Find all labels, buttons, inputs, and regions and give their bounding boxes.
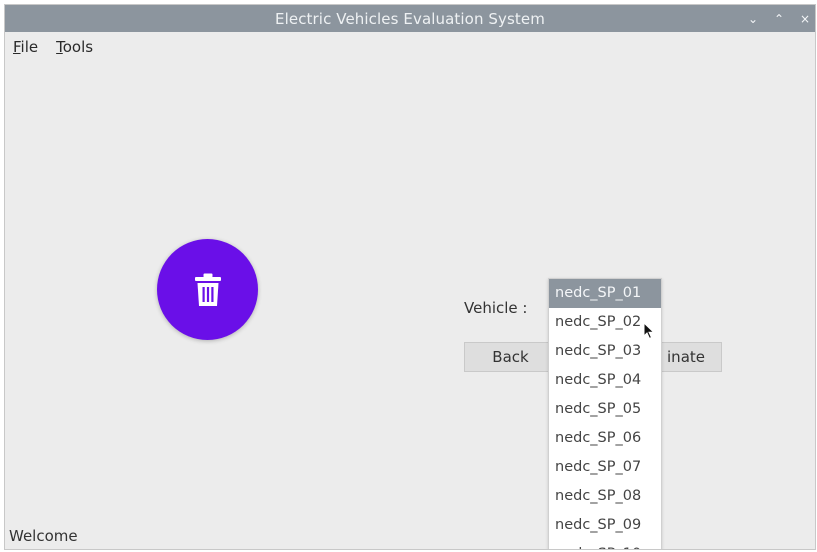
dropdown-option[interactable]: nedc_SP_10	[549, 540, 661, 549]
dropdown-option[interactable]: nedc_SP_09	[549, 511, 661, 540]
window-title: Electric Vehicles Evaluation System	[275, 9, 545, 28]
delete-fab-button[interactable]	[157, 239, 258, 340]
vehicle-dropdown-list[interactable]: nedc_SP_01 nedc_SP_02 nedc_SP_03 nedc_SP…	[548, 278, 662, 549]
maximize-icon[interactable]: ⌃	[773, 12, 785, 26]
minimize-icon[interactable]: ⌄	[747, 12, 759, 26]
title-bar[interactable]: Electric Vehicles Evaluation System ⌄ ⌃ …	[5, 5, 815, 32]
menu-file-rest: ile	[20, 38, 39, 56]
window-controls: ⌄ ⌃ ×	[747, 5, 811, 32]
dropdown-option[interactable]: nedc_SP_05	[549, 395, 661, 424]
app-window: Electric Vehicles Evaluation System ⌄ ⌃ …	[4, 4, 816, 550]
dropdown-option[interactable]: nedc_SP_03	[549, 337, 661, 366]
mouse-cursor-icon	[643, 322, 655, 340]
menu-tools[interactable]: Tools	[56, 38, 93, 56]
close-icon[interactable]: ×	[799, 12, 811, 26]
menu-tools-rest: ools	[62, 38, 94, 56]
dropdown-option[interactable]: nedc_SP_08	[549, 482, 661, 511]
menu-bar: File Tools	[5, 32, 815, 62]
dropdown-option[interactable]: nedc_SP_01	[549, 279, 661, 308]
status-bar-text: Welcome	[9, 527, 78, 545]
menu-file-mnemonic: F	[13, 38, 21, 56]
menu-tools-mnemonic: T	[56, 38, 63, 56]
trash-icon	[194, 273, 221, 306]
dropdown-option[interactable]: nedc_SP_04	[549, 366, 661, 395]
back-button[interactable]: Back	[464, 342, 557, 372]
menu-file[interactable]: File	[13, 38, 38, 56]
dropdown-option[interactable]: nedc_SP_07	[549, 453, 661, 482]
vehicle-label: Vehicle :	[464, 299, 528, 317]
dropdown-option[interactable]: nedc_SP_06	[549, 424, 661, 453]
